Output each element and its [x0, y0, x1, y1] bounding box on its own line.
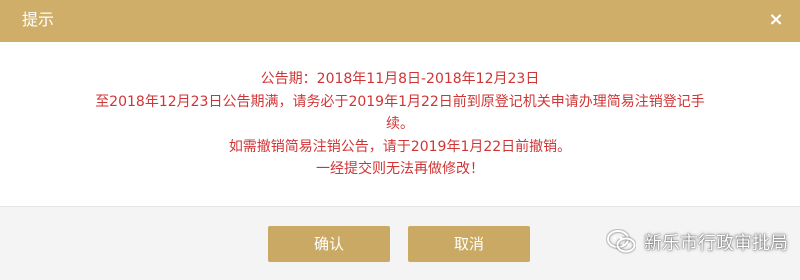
message-line: 续。 — [386, 116, 414, 132]
dialog-titlebar: 提示 × — [0, 0, 800, 42]
message-line: 一经提交则无法再做修改！ — [316, 161, 484, 177]
watermark-text: 新乐市行政审批局 — [644, 233, 788, 254]
message-line: 如需撤销简易注销公告，请于2019年1月22日前撤销。 — [228, 138, 572, 155]
dialog-footer: 确认 取消 新乐市行政审批局 — [0, 206, 800, 280]
cancel-button[interactable]: 取消 — [408, 226, 530, 262]
close-icon[interactable]: × — [766, 9, 786, 31]
wechat-icon — [607, 230, 636, 253]
watermark: 新乐市行政审批局 — [606, 228, 788, 256]
message-line: 公告期：2018年11月8日-2018年12月23日 — [260, 71, 540, 87]
dialog-title: 提示 — [22, 10, 55, 29]
dialog-message: 公告期：2018年11月8日-2018年12月23日 至2018年12月23日公… — [30, 68, 770, 181]
message-line: 至2018年12月23日公告期满，请务必于2019年1月22日前到原登记机关申请… — [95, 93, 705, 110]
confirm-button[interactable]: 确认 — [268, 226, 390, 262]
notice-dialog: 提示 × 公告期：2018年11月8日-2018年12月23日 至2018年12… — [0, 0, 800, 280]
dialog-body: 公告期：2018年11月8日-2018年12月23日 至2018年12月23日公… — [0, 42, 800, 206]
